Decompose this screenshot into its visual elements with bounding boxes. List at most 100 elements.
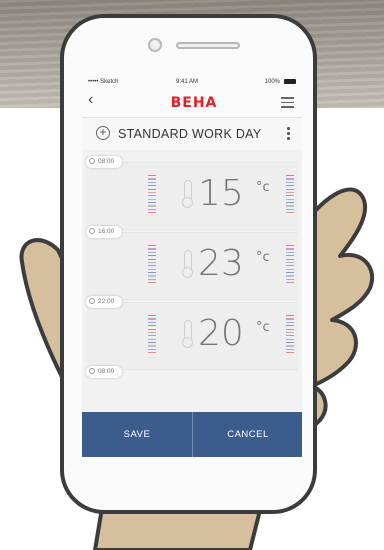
scale-tick [286, 185, 294, 187]
clock-icon [89, 298, 95, 304]
scale-tick [286, 282, 294, 284]
scale-tick [286, 205, 294, 207]
clock-icon [89, 228, 95, 234]
brand-logo: BEHA [170, 95, 218, 111]
scale-tick [286, 352, 294, 354]
scale-tick [148, 268, 156, 270]
scale-tick [286, 318, 294, 320]
scale-tick [148, 345, 156, 347]
scale-tick [148, 175, 156, 177]
scale-tick [148, 342, 156, 344]
scale-tick [148, 275, 156, 277]
scale-tick [148, 318, 156, 320]
scale-tick [148, 181, 156, 183]
schedule-list: 15 °c 08:00 23 °c 16:00 20 °c 22:00 08:0… [82, 150, 302, 410]
scale-tick [286, 342, 294, 344]
scale-tick [148, 208, 156, 210]
temperature-value: 15 [198, 173, 244, 214]
time-label: 22:00 [98, 298, 115, 305]
clock-icon [89, 158, 95, 164]
schedule-slot[interactable]: 23 °c [86, 232, 298, 300]
time-tag[interactable]: 16:00 [86, 226, 123, 238]
scale-tick [286, 331, 294, 334]
scale-tick [286, 278, 294, 280]
scale-tick [286, 178, 294, 180]
clock-icon [89, 368, 95, 374]
scale-tick [286, 188, 294, 190]
temperature-value: 20 [198, 313, 244, 354]
scale-right-icon [286, 175, 294, 217]
hamburger-menu-icon[interactable] [281, 97, 294, 108]
time-tag[interactable]: 08:00 [86, 366, 123, 378]
scale-tick [286, 261, 294, 264]
battery-percent: 100% [264, 79, 280, 85]
more-options-icon[interactable] [287, 127, 290, 142]
scale-tick [148, 178, 156, 180]
scale-tick [286, 195, 294, 197]
scale-tick [148, 191, 156, 194]
time-tag[interactable]: 22:00 [86, 296, 123, 308]
temperature-unit: °c [256, 180, 270, 195]
thermometer-icon [182, 320, 193, 348]
status-bar: ••••• Sketch 9:41 AM 100% [82, 77, 302, 89]
scale-left-icon [148, 175, 156, 217]
scale-tick [286, 272, 294, 274]
scale-tick [286, 175, 294, 177]
schedule-slot[interactable]: 15 °c [86, 162, 298, 230]
scale-tick [286, 181, 294, 183]
scale-tick [286, 275, 294, 277]
scale-tick [148, 331, 156, 334]
thermometer-icon [182, 180, 193, 208]
scale-tick [286, 245, 294, 247]
scale-tick [148, 251, 156, 253]
scale-tick [148, 205, 156, 207]
scale-tick [148, 212, 156, 214]
scale-tick [148, 272, 156, 274]
scale-right-icon [286, 245, 294, 287]
app-header: ‹ BEHA [82, 89, 302, 118]
front-camera [148, 38, 162, 52]
scale-left-icon [148, 315, 156, 357]
save-button[interactable]: SAVE [82, 412, 192, 457]
time-label: 08:00 [98, 158, 115, 165]
scale-tick [286, 251, 294, 253]
program-title: STANDARD WORK DAY [118, 127, 262, 141]
scale-tick [148, 258, 156, 260]
scale-tick [286, 191, 294, 194]
scale-tick [148, 198, 156, 200]
scale-tick [286, 328, 294, 330]
scale-left-icon [148, 245, 156, 287]
program-header: + STANDARD WORK DAY [82, 118, 302, 150]
scale-tick [148, 265, 156, 267]
scale-tick [148, 255, 156, 257]
scale-tick [148, 278, 156, 280]
scale-tick [286, 212, 294, 214]
action-bar: SAVE CANCEL [82, 412, 302, 457]
scale-tick [286, 198, 294, 200]
scale-tick [286, 248, 294, 250]
add-circle-icon[interactable]: + [96, 126, 110, 140]
scale-tick [148, 282, 156, 284]
scale-tick [286, 335, 294, 337]
scale-tick [148, 338, 156, 340]
status-time: 9:41 AM [176, 79, 199, 85]
scale-tick [286, 338, 294, 340]
scale-tick [148, 261, 156, 264]
scale-tick [148, 195, 156, 197]
speaker-grille [176, 42, 240, 49]
scale-tick [148, 321, 156, 323]
back-chevron-icon[interactable]: ‹ [88, 91, 93, 109]
scale-tick [286, 325, 294, 327]
scale-tick [286, 348, 294, 350]
cancel-button[interactable]: CANCEL [192, 412, 302, 457]
time-tag[interactable]: 08:00 [86, 156, 123, 168]
thermometer-icon [182, 250, 193, 278]
scale-tick [148, 352, 156, 354]
scale-tick [148, 202, 156, 204]
scale-tick [148, 328, 156, 330]
carrier-label: ••••• Sketch [88, 79, 119, 85]
scale-tick [148, 248, 156, 250]
temperature-unit: °c [256, 320, 270, 335]
schedule-slot[interactable]: 20 °c [86, 302, 298, 370]
scale-tick [286, 268, 294, 270]
